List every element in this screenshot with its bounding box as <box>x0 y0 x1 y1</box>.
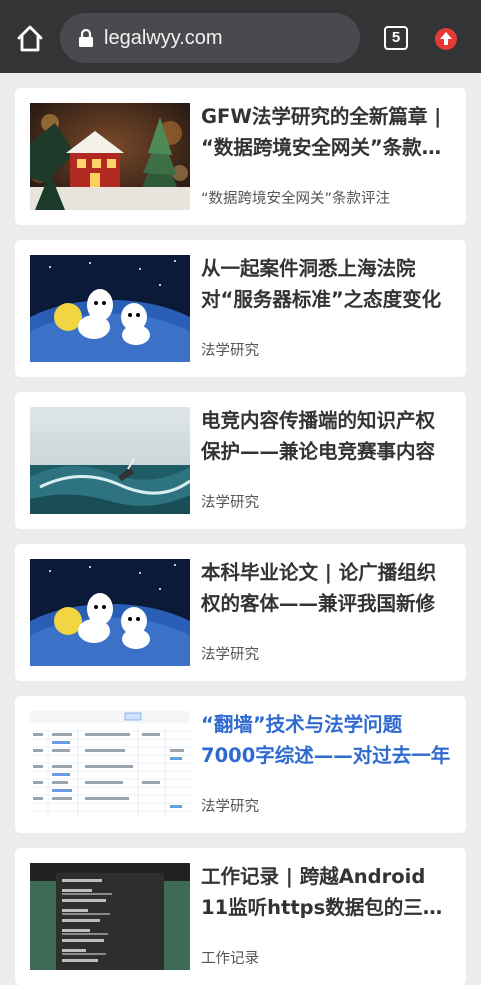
update-icon[interactable] <box>434 27 458 51</box>
article-title[interactable]: 从一起案件洞悉上海法院对“服务器标准”之态度变化 <box>201 253 453 315</box>
article-card[interactable]: 本科毕业论文 | 论广播组织权的客体——兼评我国新修 法学研究 <box>15 544 466 681</box>
article-thumbnail <box>30 103 190 210</box>
article-title[interactable]: “翻墙”技术与法学问题7000字综述——对过去一年 <box>201 709 453 771</box>
article-title[interactable]: 工作记录 | 跨越Android 11监听https数据包的三道难关 <box>201 861 453 923</box>
url-text[interactable]: legalwyy.com <box>104 25 223 51</box>
article-card[interactable]: GFW法学研究的全新篇章 | “数据跨境安全网关”条款评注 “数据跨境安全网关”… <box>15 88 466 225</box>
article-category[interactable]: 法学研究 <box>201 493 259 513</box>
address-bar[interactable]: legalwyy.com <box>60 13 360 63</box>
lock-icon <box>77 28 95 48</box>
article-category[interactable]: 法学研究 <box>201 341 259 361</box>
article-thumbnail <box>30 863 190 970</box>
article-category[interactable]: “数据跨境安全网关”条款评注 <box>201 189 390 209</box>
article-thumbnail <box>30 407 190 514</box>
article-card[interactable]: 电竞内容传播端的知识产权保护——兼论电竞赛事内容 法学研究 <box>15 392 466 529</box>
article-card[interactable]: 从一起案件洞悉上海法院对“服务器标准”之态度变化 法学研究 <box>15 240 466 377</box>
article-title[interactable]: 电竞内容传播端的知识产权保护——兼论电竞赛事内容 <box>201 405 453 467</box>
article-title[interactable]: GFW法学研究的全新篇章 | “数据跨境安全网关”条款评注 <box>201 101 453 163</box>
browser-toolbar: legalwyy.com 5 <box>0 0 481 73</box>
article-category[interactable]: 法学研究 <box>201 645 259 665</box>
tab-switcher-button[interactable]: 5 <box>384 26 408 50</box>
home-icon[interactable] <box>14 22 46 54</box>
article-card[interactable]: 工作记录 | 跨越Android 11监听https数据包的三道难关 工作记录 <box>15 848 466 985</box>
article-category[interactable]: 工作记录 <box>201 949 259 969</box>
article-category[interactable]: 法学研究 <box>201 797 259 817</box>
article-card[interactable]: “翻墙”技术与法学问题7000字综述——对过去一年 法学研究 <box>15 696 466 833</box>
article-thumbnail <box>30 711 190 818</box>
article-feed: GFW法学研究的全新篇章 | “数据跨境安全网关”条款评注 “数据跨境安全网关”… <box>0 73 481 985</box>
article-thumbnail <box>30 559 190 666</box>
article-thumbnail <box>30 255 190 362</box>
article-title[interactable]: 本科毕业论文 | 论广播组织权的客体——兼评我国新修 <box>201 557 453 619</box>
